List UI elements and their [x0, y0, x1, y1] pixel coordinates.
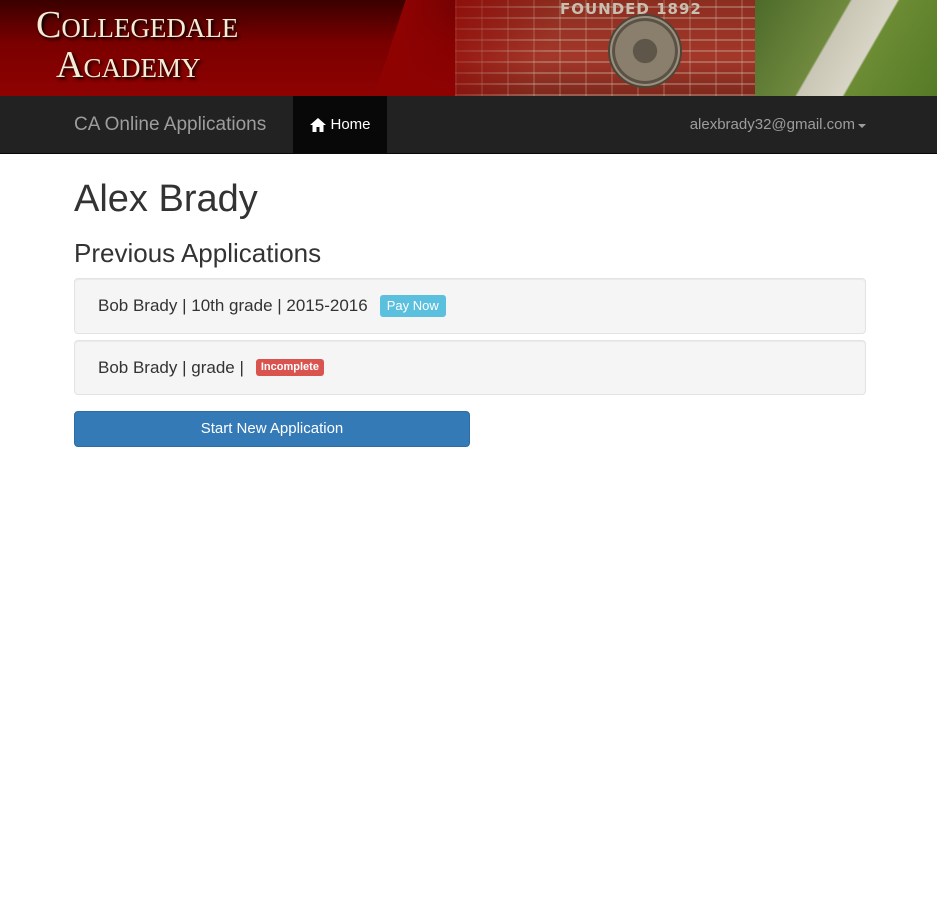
- school-seal-icon: [608, 14, 682, 88]
- page-title: Alex Brady: [74, 178, 258, 220]
- header-banner: FOUNDED 1892 Collegedale Academy: [0, 0, 937, 96]
- account-dropdown[interactable]: alexbrady32@gmail.com: [690, 116, 866, 133]
- application-summary: Bob Brady | 10th grade | 2015-2016: [98, 296, 368, 315]
- account-email: alexbrady32@gmail.com: [689, 116, 855, 133]
- section-title: Previous Applications: [74, 238, 322, 268]
- nav-home-label: Home: [330, 116, 371, 133]
- school-logo[interactable]: Collegedale Academy: [36, 4, 238, 86]
- application-item[interactable]: Bob Brady | 10th grade | 2015-2016 Pay N…: [74, 278, 866, 334]
- nav-home-link[interactable]: Home: [293, 96, 387, 153]
- banner-gradient-sweep: [362, 0, 568, 96]
- founded-inscription: FOUNDED 1892: [560, 0, 702, 18]
- application-summary: Bob Brady | grade |: [98, 357, 244, 377]
- pay-now-badge[interactable]: Pay Now: [379, 295, 446, 317]
- chevron-down-icon: [858, 123, 866, 128]
- start-new-application-button[interactable]: Start New Application: [74, 411, 470, 447]
- logo-line-1: Collegedale: [36, 4, 239, 46]
- lawn-walkway-image: [755, 0, 937, 96]
- home-icon: [309, 117, 327, 133]
- navbar-brand[interactable]: CA Online Applications: [74, 114, 266, 136]
- application-item[interactable]: Bob Brady | grade | Incomplete: [74, 340, 866, 395]
- applications-list: Bob Brady | 10th grade | 2015-2016 Pay N…: [74, 278, 866, 395]
- top-navbar: CA Online Applications Home alexbrady32@…: [0, 96, 937, 154]
- main-content: Alex Brady Previous Applications Bob Bra…: [0, 178, 937, 447]
- incomplete-badge: Incomplete: [255, 359, 324, 376]
- logo-line-2: Academy: [56, 44, 201, 86]
